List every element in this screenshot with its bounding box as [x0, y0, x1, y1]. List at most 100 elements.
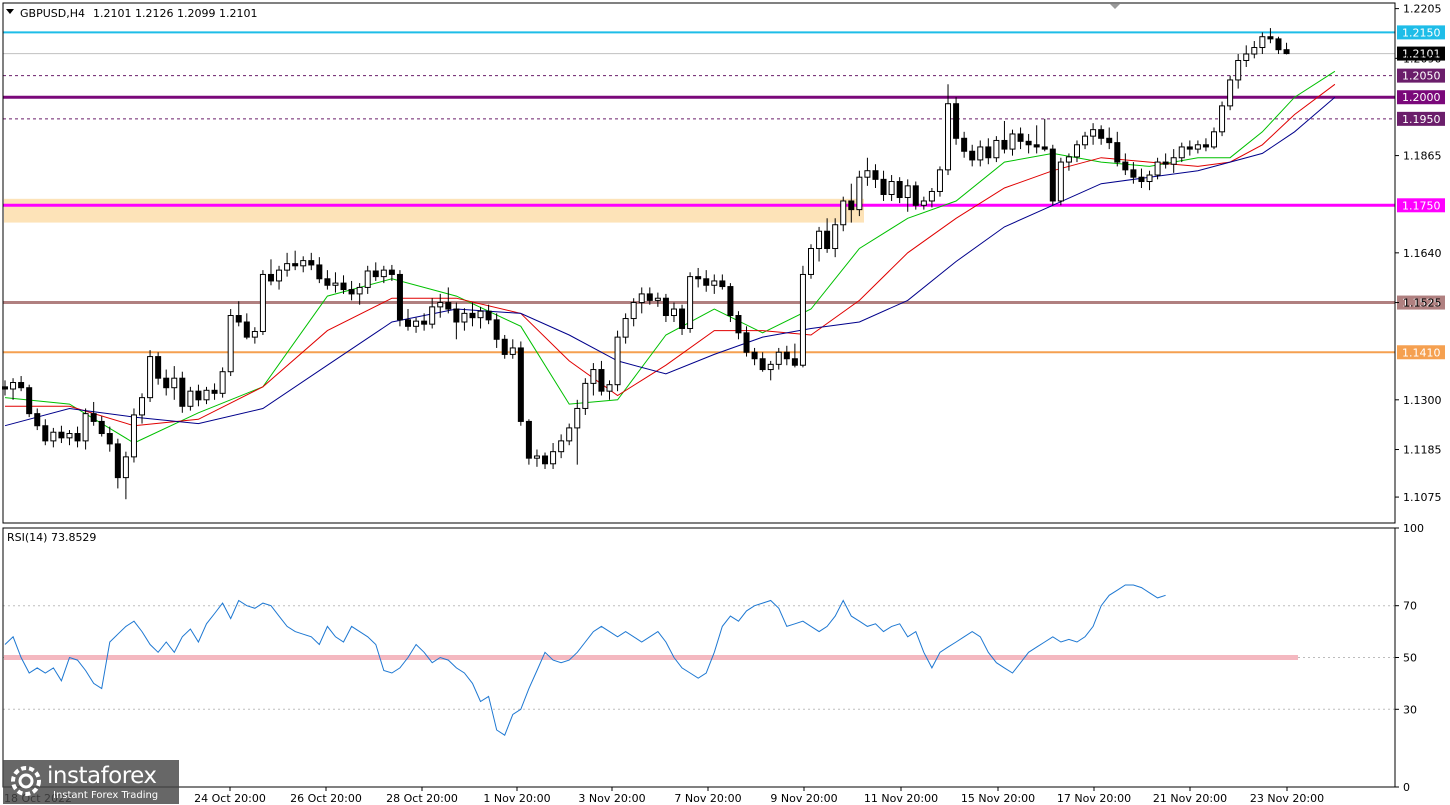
time-tick-label: 17 Nov 20:00 — [1057, 792, 1131, 805]
level-tag-text-1.1750: 1.1750 — [1402, 199, 1441, 212]
candle — [1049, 144, 1056, 206]
candle — [687, 272, 694, 333]
time-tick-label: 21 Nov 20:00 — [1153, 792, 1227, 805]
candle — [90, 401, 97, 426]
candle — [1057, 157, 1064, 206]
candle-body — [90, 413, 97, 422]
candle-body — [1122, 161, 1129, 171]
candle — [977, 140, 984, 167]
candle-body — [961, 137, 968, 152]
candle — [227, 309, 234, 377]
candle-body — [550, 451, 557, 465]
candle-body — [912, 185, 919, 206]
candle — [445, 287, 452, 314]
candle — [888, 175, 895, 201]
candle — [413, 317, 420, 333]
candle — [808, 244, 814, 279]
candle-body — [1073, 144, 1080, 158]
candle — [122, 451, 129, 500]
time-tick-label: 15 Nov 20:00 — [961, 792, 1035, 805]
candle-body — [856, 176, 863, 211]
symbol-dropdown-icon — [6, 9, 14, 14]
candle-body — [300, 260, 307, 267]
candle — [235, 301, 242, 327]
candle — [332, 272, 339, 293]
candle-body — [243, 321, 250, 338]
price-tick-label: 1.2205 — [1403, 3, 1442, 16]
chart-canvas[interactable]: 1.2150 1.2050 1.2000 1.1950 1.1750 1.1525 1.14… — [0, 0, 1450, 805]
candle-body — [816, 230, 823, 250]
candle-body — [332, 282, 339, 286]
candle-body — [284, 263, 291, 271]
candle-body — [1138, 176, 1145, 183]
candle-body — [993, 139, 1000, 159]
candle — [590, 363, 597, 396]
logo-tagline: Instant Forex Trading — [53, 790, 159, 801]
candle-body — [1025, 140, 1032, 146]
candle-body — [139, 397, 146, 416]
candle-body — [896, 181, 903, 199]
candle-body — [953, 103, 960, 139]
candle-body — [437, 302, 444, 308]
candle-body — [646, 293, 653, 301]
candle-body — [727, 286, 734, 317]
candle — [695, 267, 702, 288]
candle — [767, 360, 774, 381]
candle — [630, 298, 637, 327]
candle — [622, 313, 629, 344]
candle-body — [1194, 144, 1201, 150]
candle — [1170, 149, 1177, 173]
candle — [1283, 42, 1290, 55]
candle — [1114, 131, 1121, 167]
candle — [775, 347, 782, 370]
candle-body — [1211, 131, 1217, 148]
candle — [1267, 28, 1274, 44]
rsi-pane[interactable] — [3, 584, 1395, 736]
candle-body — [1186, 146, 1193, 150]
candle — [130, 408, 137, 463]
candle-body — [1283, 49, 1290, 55]
candle-body — [566, 427, 573, 442]
candle — [896, 177, 903, 204]
candle-body — [179, 377, 186, 407]
candle-body — [880, 178, 887, 195]
candle — [759, 352, 766, 372]
candle-body — [1251, 47, 1258, 55]
candle — [18, 376, 25, 392]
candle — [824, 218, 831, 253]
candle — [912, 181, 919, 210]
candle — [993, 136, 1000, 163]
rsi-tick-label: 30 — [1403, 703, 1417, 716]
candle-body — [1082, 135, 1089, 146]
price-pane[interactable] — [2, 28, 1396, 500]
candle — [654, 292, 661, 307]
rsi-tick-label: 0 — [1403, 781, 1410, 794]
candle-body — [574, 407, 581, 429]
candle — [1202, 138, 1209, 152]
candle — [259, 270, 266, 335]
candle — [42, 419, 49, 446]
candle-body — [775, 351, 782, 365]
candle-body — [429, 306, 436, 325]
candle — [662, 293, 669, 323]
candle-body — [1001, 139, 1008, 150]
candle — [372, 262, 379, 281]
candle-body — [155, 356, 162, 379]
candle — [98, 416, 105, 437]
price-tick-label: 1.1525 — [1403, 297, 1442, 310]
candle-body — [372, 270, 379, 278]
candle — [1251, 41, 1258, 59]
candle — [66, 430, 73, 446]
candle-body — [711, 280, 718, 286]
candle — [816, 226, 823, 262]
candle-body — [445, 302, 452, 310]
candle — [34, 408, 41, 431]
candle-body — [582, 382, 589, 409]
candle-body — [1162, 161, 1169, 165]
candle — [1090, 123, 1097, 145]
candle — [799, 265, 806, 368]
candle — [751, 347, 758, 366]
candle — [1033, 125, 1040, 154]
candle — [1146, 170, 1153, 191]
candle-body — [533, 455, 540, 459]
